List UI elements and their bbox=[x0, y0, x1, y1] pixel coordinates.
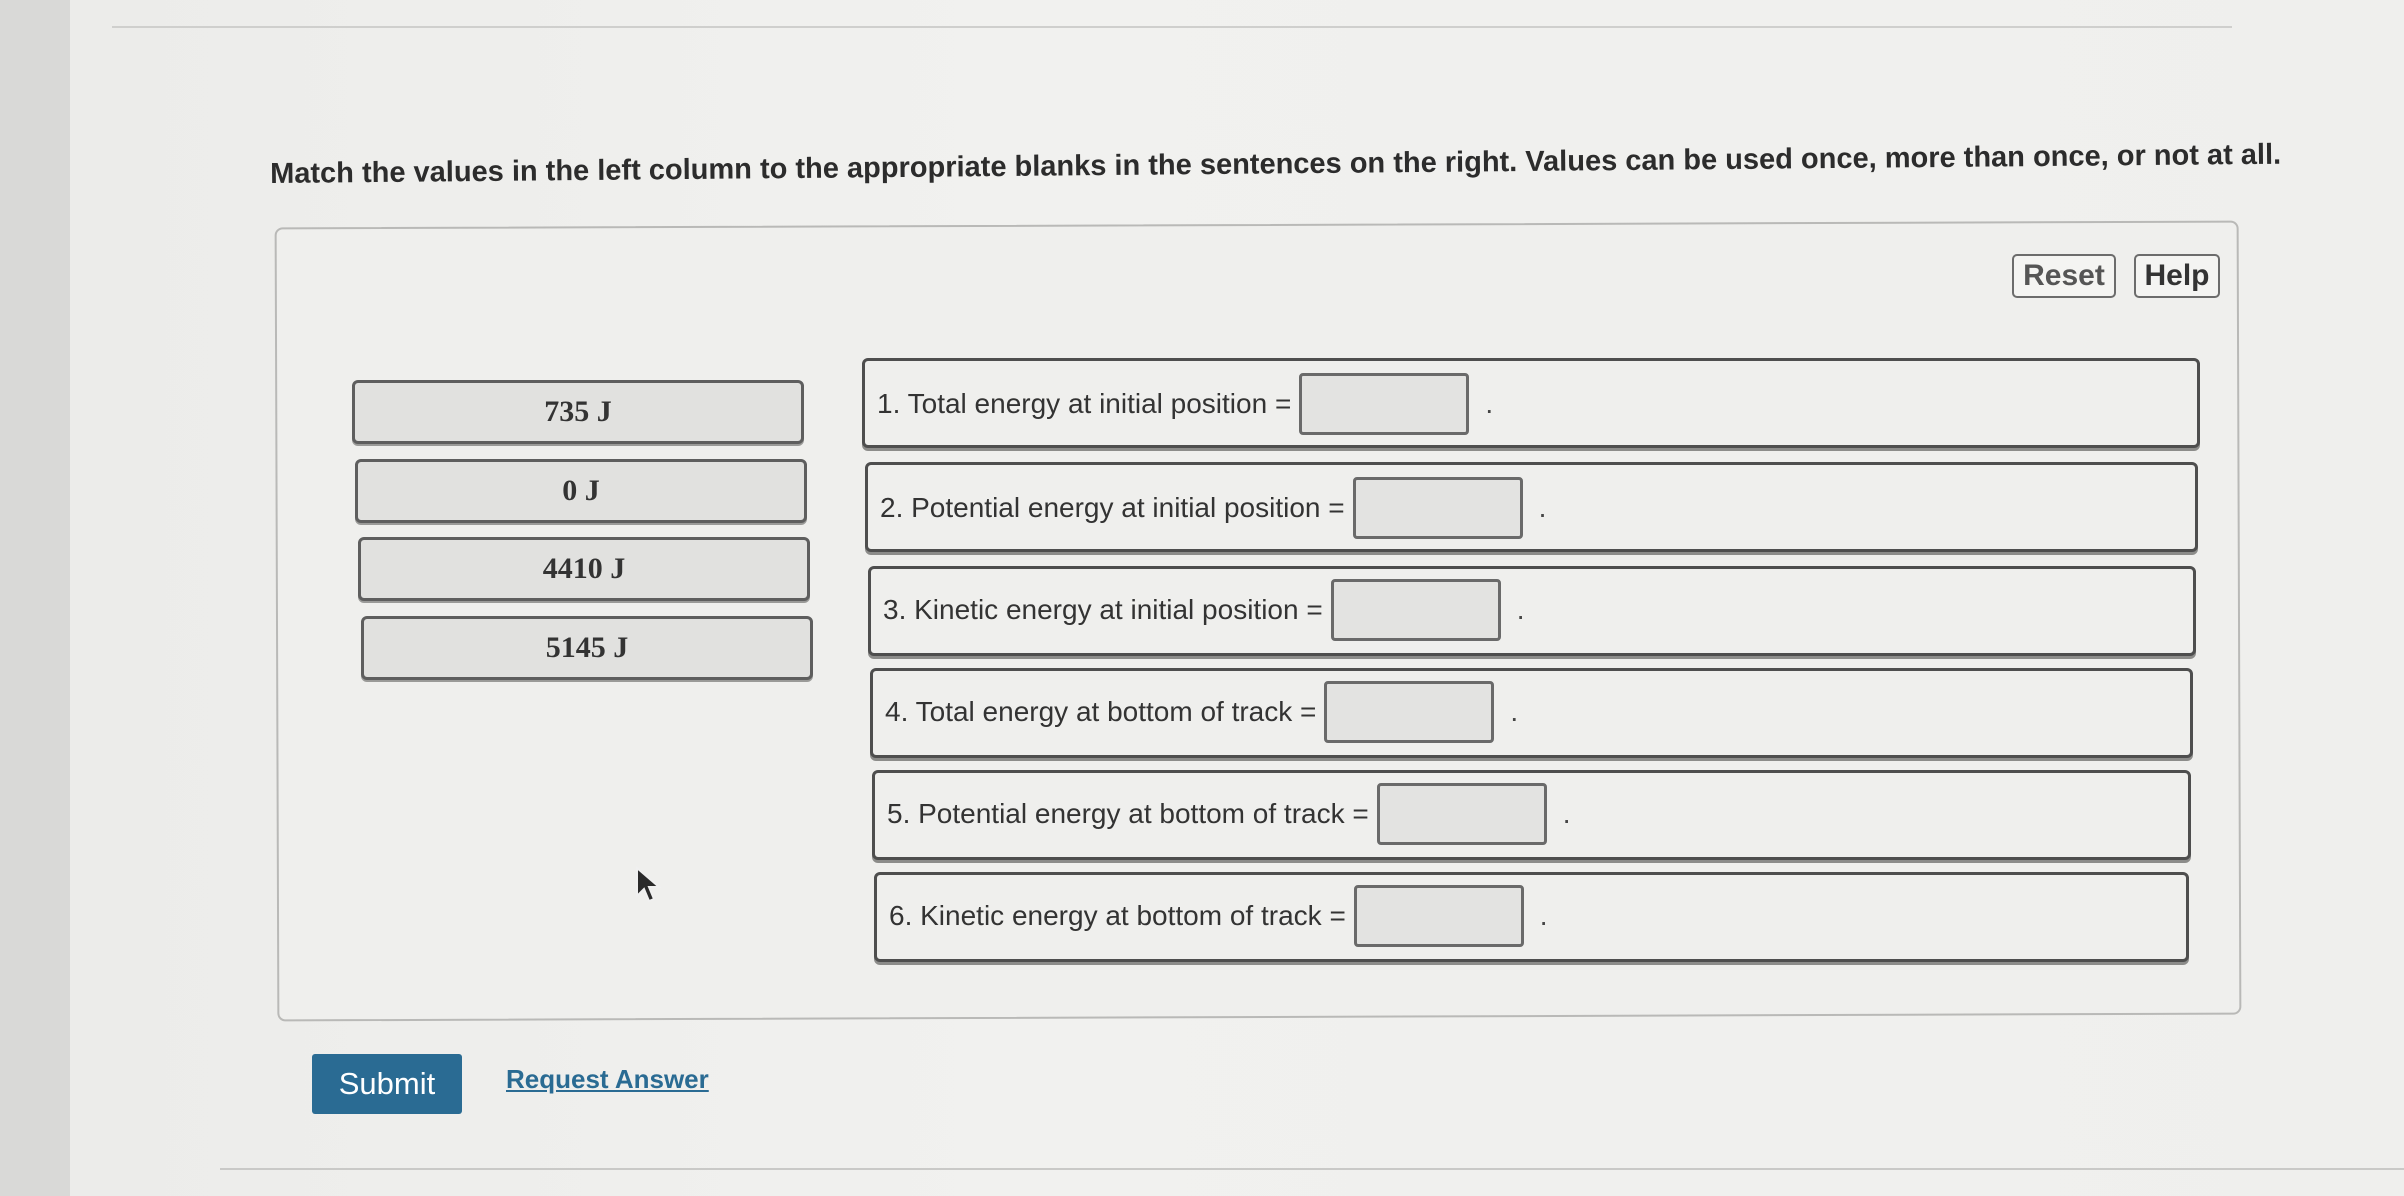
sentence-3-text: 3. Kinetic energy at initial position = bbox=[883, 594, 1323, 625]
sentence-5-text: 5. Potential energy at bottom of track = bbox=[887, 798, 1369, 829]
sentence-6-period: . bbox=[1539, 900, 1548, 931]
value-chip-0[interactable]: 0 J bbox=[355, 459, 807, 523]
sentence-4: 4. Total energy at bottom of track = . bbox=[870, 668, 2193, 758]
drop-target-6[interactable] bbox=[1353, 885, 1524, 947]
sentence-6-text: 6. Kinetic energy at bottom of track = bbox=[889, 900, 1346, 931]
value-chip-5145[interactable]: 5145 J bbox=[361, 616, 813, 680]
reset-button[interactable]: Reset bbox=[2012, 254, 2116, 298]
sentence-3: 3. Kinetic energy at initial position = … bbox=[868, 566, 2196, 656]
reset-label: Reset bbox=[2023, 259, 2105, 292]
sentence-6: 6. Kinetic energy at bottom of track = . bbox=[874, 872, 2189, 962]
value-chip-735[interactable]: 735 J bbox=[352, 380, 804, 444]
sentence-1: 1. Total energy at initial position = . bbox=[862, 358, 2200, 448]
drop-target-1[interactable] bbox=[1299, 373, 1470, 435]
sentence-1-period: . bbox=[1485, 388, 1494, 419]
sentence-2-text: 2. Potential energy at initial position … bbox=[880, 492, 1345, 523]
sentence-2-period: . bbox=[1538, 492, 1547, 523]
request-answer-link[interactable]: Request Answer bbox=[506, 1064, 709, 1095]
sentence-1-text: 1. Total energy at initial position = bbox=[877, 388, 1292, 419]
drop-target-4[interactable] bbox=[1324, 681, 1495, 743]
bottom-divider bbox=[220, 1168, 2404, 1170]
submit-button[interactable]: Submit bbox=[312, 1054, 462, 1114]
sentence-2: 2. Potential energy at initial position … bbox=[865, 462, 2198, 552]
value-chip-4410[interactable]: 4410 J bbox=[358, 537, 810, 601]
sentence-5: 5. Potential energy at bottom of track =… bbox=[872, 770, 2191, 860]
sentence-4-text: 4. Total energy at bottom of track = bbox=[885, 696, 1317, 727]
top-divider bbox=[112, 26, 2232, 28]
drop-target-2[interactable] bbox=[1352, 477, 1523, 539]
sentence-5-period: . bbox=[1562, 798, 1571, 829]
help-button[interactable]: Help bbox=[2134, 254, 2220, 298]
sentence-3-period: . bbox=[1516, 594, 1525, 625]
drop-target-5[interactable] bbox=[1376, 783, 1547, 845]
drop-target-3[interactable] bbox=[1330, 579, 1501, 641]
sentence-4-period: . bbox=[1510, 696, 1519, 727]
mouse-pointer-icon bbox=[636, 866, 662, 903]
